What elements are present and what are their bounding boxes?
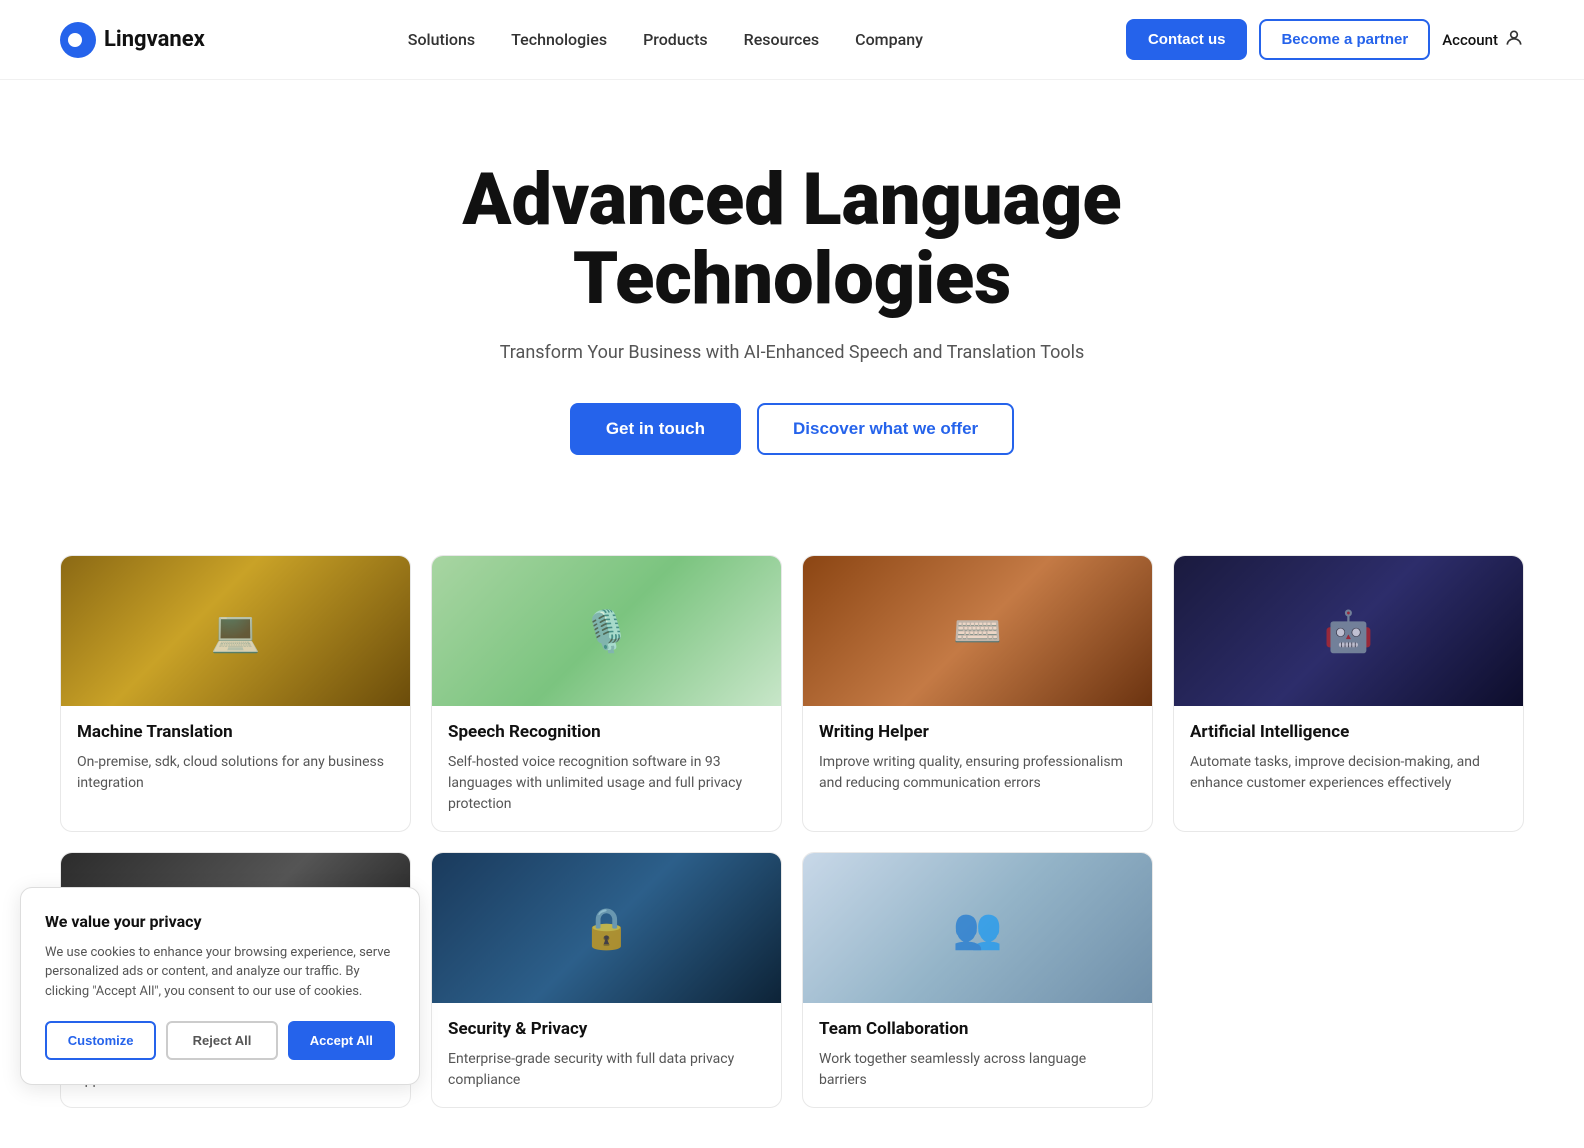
cookie-title: We value your privacy xyxy=(45,912,395,931)
nav-solutions[interactable]: Solutions xyxy=(408,30,475,49)
card-ai[interactable]: 🤖 Artificial Intelligence Automate tasks… xyxy=(1173,555,1524,832)
card-security[interactable]: 🔒 Security & Privacy Enterprise-grade se… xyxy=(431,852,782,1108)
card-body-2: Speech Recognition Self-hosted voice rec… xyxy=(432,706,781,831)
card-title-2: Speech Recognition xyxy=(448,722,765,742)
card-body-4: Artificial Intelligence Automate tasks, … xyxy=(1174,706,1523,810)
card-body-7: Team Collaboration Work together seamles… xyxy=(803,1003,1152,1107)
card-machine-translation[interactable]: 💻 Machine Translation On-premise, sdk, c… xyxy=(60,555,411,832)
card-desc-1: On-premise, sdk, cloud solutions for any… xyxy=(77,752,394,794)
navbar: Lingvanex Solutions Technologies Product… xyxy=(0,0,1584,80)
nav-resources[interactable]: Resources xyxy=(744,30,820,49)
card-img-7-overlay: 👥 xyxy=(803,853,1152,1003)
cookie-customize-button[interactable]: Customize xyxy=(45,1021,156,1060)
card-title-4: Artificial Intelligence xyxy=(1190,722,1507,742)
nav-actions: Contact us Become a partner Account xyxy=(1126,19,1524,60)
card-desc-3: Improve writing quality, ensuring profes… xyxy=(819,752,1136,794)
card-img-6-overlay: 🔒 xyxy=(432,853,781,1003)
card-img-3-overlay: ⌨️ xyxy=(803,556,1152,706)
card-desc-2: Self-hosted voice recognition software i… xyxy=(448,752,765,815)
hero-section: Advanced Language Technologies Transform… xyxy=(0,80,1584,515)
become-partner-button[interactable]: Become a partner xyxy=(1259,19,1430,60)
card-title-7: Team Collaboration xyxy=(819,1019,1136,1039)
cookie-buttons: Customize Reject All Accept All xyxy=(45,1021,395,1060)
nav-links: Solutions Technologies Products Resource… xyxy=(408,30,923,49)
hero-buttons: Get in touch Discover what we offer xyxy=(40,403,1544,455)
cookie-reject-button[interactable]: Reject All xyxy=(166,1021,277,1060)
card-desc-6: Enterprise-grade security with full data… xyxy=(448,1049,765,1091)
discover-button[interactable]: Discover what we offer xyxy=(757,403,1014,455)
card-desc-4: Automate tasks, improve decision-making,… xyxy=(1190,752,1507,794)
card-title-1: Machine Translation xyxy=(77,722,394,742)
logo-text: Lingvanex xyxy=(104,27,205,52)
cookie-banner: We value your privacy We use cookies to … xyxy=(20,887,420,1086)
card-title-3: Writing Helper xyxy=(819,722,1136,742)
cards-grid: 💻 Machine Translation On-premise, sdk, c… xyxy=(60,555,1524,832)
contact-us-button[interactable]: Contact us xyxy=(1126,19,1248,60)
account-icon xyxy=(1504,28,1524,52)
hero-subtitle: Transform Your Business with AI-Enhanced… xyxy=(40,342,1544,363)
hero-title: Advanced Language Technologies xyxy=(392,160,1192,318)
card-speech-recognition[interactable]: 🎙️ Speech Recognition Self-hosted voice … xyxy=(431,555,782,832)
logo-icon xyxy=(60,22,96,58)
account-label: Account xyxy=(1442,31,1498,49)
get-in-touch-button[interactable]: Get in touch xyxy=(570,403,741,455)
account-menu[interactable]: Account xyxy=(1442,28,1524,52)
card-body-6: Security & Privacy Enterprise-grade secu… xyxy=(432,1003,781,1107)
card-body-1: Machine Translation On-premise, sdk, clo… xyxy=(61,706,410,810)
card-img-2-overlay: 🎙️ xyxy=(432,556,781,706)
cookie-text: We use cookies to enhance your browsing … xyxy=(45,943,395,1002)
card-body-3: Writing Helper Improve writing quality, … xyxy=(803,706,1152,810)
nav-technologies[interactable]: Technologies xyxy=(511,30,607,49)
nav-products[interactable]: Products xyxy=(643,30,708,49)
logo[interactable]: Lingvanex xyxy=(60,22,205,58)
card-collaboration[interactable]: 👥 Team Collaboration Work together seaml… xyxy=(802,852,1153,1108)
card-desc-7: Work together seamlessly across language… xyxy=(819,1049,1136,1091)
cookie-accept-button[interactable]: Accept All xyxy=(288,1021,395,1060)
nav-company[interactable]: Company xyxy=(855,30,923,49)
card-title-6: Security & Privacy xyxy=(448,1019,765,1039)
card-img-4-overlay: 🤖 xyxy=(1174,556,1523,706)
card-img-1-overlay: 💻 xyxy=(61,556,410,706)
card-writing-helper[interactable]: ⌨️ Writing Helper Improve writing qualit… xyxy=(802,555,1153,832)
